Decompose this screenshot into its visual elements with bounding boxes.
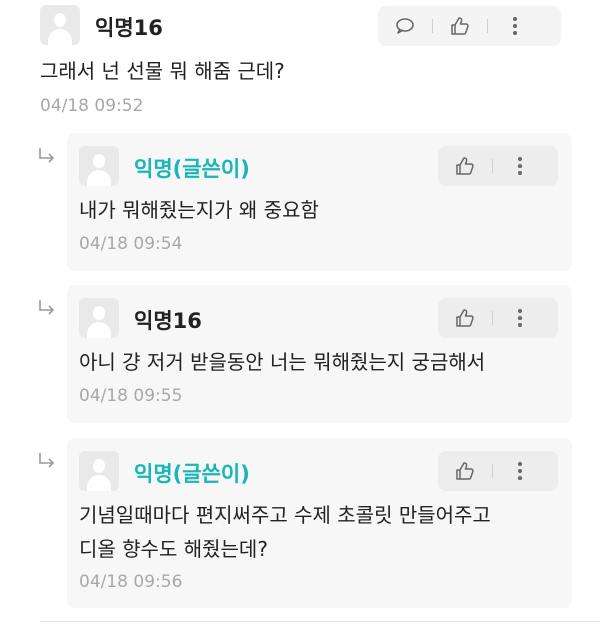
divider <box>40 621 600 622</box>
like-button[interactable] <box>438 146 492 186</box>
reply-button[interactable] <box>378 6 432 46</box>
thumbs-up-icon <box>456 157 474 175</box>
reply-author: 익명(글쓴이) <box>134 462 250 486</box>
reply-time: 04/18 09:55 <box>79 386 183 406</box>
reply-text: 내가 뭐해줬는지가 왜 중요함 <box>79 198 319 222</box>
like-button[interactable] <box>433 6 487 46</box>
more-vertical-icon <box>513 17 517 35</box>
reply-item: 익명(글쓴이) 기념일때마다 편지써주고 수제 초콜릿 만들어주고 디올 향수도… <box>67 438 572 608</box>
thumbs-up-icon <box>451 17 469 35</box>
more-button[interactable] <box>493 146 547 186</box>
avatar <box>79 298 119 338</box>
reply-actions <box>438 298 558 338</box>
like-button[interactable] <box>438 298 492 338</box>
more-vertical-icon <box>518 309 522 327</box>
reply-arrow-icon <box>39 148 55 163</box>
reply-actions <box>438 451 558 491</box>
reply-item: 익명16 아니 걍 저거 받을동안 너는 뭐해줬는지 궁금해서 04/18 09… <box>67 285 572 423</box>
more-button[interactable] <box>493 298 547 338</box>
reply-text-line-1: 기념일때마다 편지써주고 수제 초콜릿 만들어주고 <box>79 503 491 527</box>
reply-author: 익명16 <box>134 309 202 333</box>
more-button[interactable] <box>493 451 547 491</box>
more-vertical-icon <box>518 157 522 175</box>
reply-arrow-icon <box>39 453 55 468</box>
comment-author: 익명16 <box>95 16 163 40</box>
chat-bubble-icon <box>396 18 414 34</box>
comment-time: 04/18 09:52 <box>40 96 144 116</box>
reply-arrow-icon <box>39 300 55 315</box>
thumbs-up-icon <box>456 309 474 327</box>
comment-text: 그래서 넌 선물 뭐 해줌 근데? <box>40 59 285 83</box>
avatar <box>79 146 119 186</box>
avatar <box>40 5 80 45</box>
reply-time: 04/18 09:56 <box>79 572 183 592</box>
reply-actions <box>438 146 558 186</box>
thumbs-up-icon <box>456 462 474 480</box>
more-vertical-icon <box>518 462 522 480</box>
reply-text: 아니 걍 저거 받을동안 너는 뭐해줬는지 궁금해서 <box>79 350 486 374</box>
like-button[interactable] <box>438 451 492 491</box>
more-button[interactable] <box>488 6 542 46</box>
comment-actions <box>378 6 561 46</box>
reply-item: 익명(글쓴이) 내가 뭐해줬는지가 왜 중요함 04/18 09:54 <box>67 133 572 271</box>
reply-text-line-2: 디올 향수도 해줬는데? <box>79 537 268 561</box>
reply-time: 04/18 09:54 <box>79 234 183 254</box>
avatar <box>79 451 119 491</box>
reply-author: 익명(글쓴이) <box>134 157 250 181</box>
